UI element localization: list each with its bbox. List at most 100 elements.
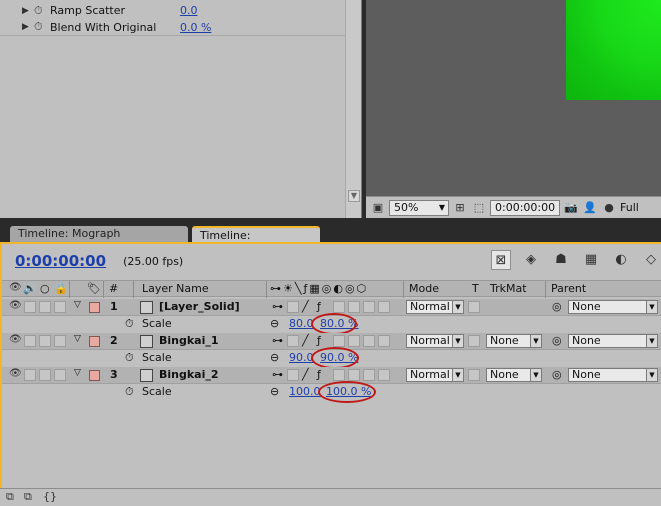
effect-property-value[interactable]: 0.0 [180, 4, 198, 17]
effect-switch-icon[interactable]: ƒ [317, 300, 321, 313]
constrain-proportions-icon[interactable]: ⊖ [270, 351, 279, 364]
effects-scrollbar[interactable]: ▼ [345, 0, 361, 218]
zoom-value: 50% [394, 201, 419, 214]
expression-braces-icon[interactable]: {} [43, 490, 57, 503]
mask-visibility-icon[interactable]: ⬚ [471, 200, 487, 216]
trkmat-select[interactable]: None ▼ [486, 334, 542, 348]
audio-icon[interactable]: 🔊 [23, 282, 37, 295]
parent-value: None [572, 334, 601, 347]
motion-blur-icon[interactable]: ◐ [611, 250, 631, 270]
pickwhip-icon[interactable]: ◎ [552, 368, 562, 381]
trkmat-select[interactable]: None ▼ [486, 368, 542, 382]
quality-switch-icon[interactable]: ╱ [302, 334, 309, 347]
property-row-scale: ⏱ Scale ⊖ 100.0 100.0 % [2, 381, 661, 403]
disclosure-triangle-icon[interactable]: ▽ [74, 368, 81, 378]
stopwatch-icon[interactable]: ⏱ [125, 385, 134, 399]
parent-select[interactable]: None ▼ [568, 334, 658, 348]
mode-select[interactable]: Normal ▼ [406, 300, 464, 314]
constrain-proportions-icon[interactable]: ⊖ [270, 317, 279, 330]
column-t[interactable]: T [472, 282, 479, 295]
label-color-swatch[interactable] [89, 370, 100, 381]
shy-layers-icon[interactable]: ☗ [551, 250, 571, 270]
parent-select[interactable]: None ▼ [568, 368, 658, 382]
scale-x-value[interactable]: 100.0 [289, 385, 321, 398]
stopwatch-icon[interactable]: ⏱ [125, 351, 134, 365]
scroll-down-arrow-icon[interactable]: ▼ [348, 190, 360, 202]
shy-switch-icon[interactable]: ⊶ [272, 368, 283, 381]
constrain-proportions-icon[interactable]: ⊖ [270, 385, 279, 398]
timeline-tab-bar: Timeline: Mograph Percobaan Timeline: Ko… [0, 226, 661, 258]
property-name: Scale [142, 317, 172, 330]
stopwatch-icon[interactable]: ⏱ [34, 4, 50, 18]
eye-icon[interactable]: 👁 [9, 368, 22, 379]
resolution-select[interactable]: Full [620, 201, 639, 214]
tab-mograph-percobaan[interactable]: Timeline: Mograph Percobaan [10, 226, 188, 256]
trkmat-value: None [490, 368, 519, 381]
quality-switch-icon[interactable]: ╱ [302, 368, 309, 381]
effect-switch-icon[interactable]: ƒ [317, 368, 321, 381]
property-row-scale: ⏱ Scale ⊖ 80.0 80.0 % [2, 313, 661, 335]
layer-name[interactable]: [Layer_Solid] [159, 300, 240, 313]
label-color-swatch[interactable] [89, 302, 100, 313]
parent-select[interactable]: None ▼ [568, 300, 658, 314]
chevron-down-icon: ▼ [452, 335, 463, 347]
quality-switch-icon[interactable]: ╱ [302, 300, 309, 313]
solo-icon[interactable]: ○ [40, 282, 50, 295]
column-layer-name[interactable]: Layer Name [142, 282, 209, 295]
lock-icon[interactable]: 🔒 [54, 282, 68, 295]
shy-switch-icon[interactable]: ⊶ [272, 334, 283, 347]
disclosure-triangle-icon[interactable]: ▶ [22, 22, 34, 32]
draft-3d-icon[interactable]: ◈ [521, 250, 541, 270]
column-number[interactable]: # [109, 282, 118, 295]
transfer-controls-toggle-icon[interactable]: ⧉ [24, 490, 32, 504]
timeline-panel: 0:00:00:00 (25.00 fps) ⊠ ◈ ☗ ▦ ◐ ◇ 👁 🔊 ○… [0, 242, 661, 506]
current-time-display[interactable]: 0:00:00:00 [15, 252, 106, 270]
show-snapshot-icon[interactable]: 👤 [582, 200, 598, 216]
tab-kotak-bg[interactable]: Timeline: Kotak_BG✕ [192, 226, 320, 258]
eye-icon[interactable]: 👁 [9, 334, 22, 345]
safe-zones-icon[interactable]: ⊞ [452, 200, 468, 216]
viewer-timecode[interactable]: 0:00:00:00 [490, 199, 560, 216]
disclosure-triangle-icon[interactable]: ▽ [74, 334, 81, 344]
stopwatch-icon[interactable]: ⏱ [125, 317, 134, 331]
stopwatch-icon[interactable]: ⏱ [34, 20, 50, 34]
layer-name[interactable]: Bingkai_2 [159, 368, 219, 381]
disclosure-triangle-icon[interactable]: ▽ [74, 300, 81, 310]
highlight-circle [318, 381, 376, 403]
label-tag-icon[interactable]: 🏷 [87, 282, 101, 295]
mode-select[interactable]: Normal ▼ [406, 368, 464, 382]
scale-x-value[interactable]: 90.0 [289, 351, 314, 364]
layer-switches-toggle-icon[interactable]: ⧉ [6, 490, 14, 504]
zoom-select[interactable]: 50% ▼ [389, 199, 449, 216]
channel-icon[interactable]: ● [601, 200, 617, 216]
mode-select[interactable]: Normal ▼ [406, 334, 464, 348]
layer-name[interactable]: Bingkai_1 [159, 334, 219, 347]
effect-property-value[interactable]: 0.0 % [180, 21, 211, 34]
pickwhip-icon[interactable]: ◎ [552, 334, 562, 347]
pickwhip-icon[interactable]: ◎ [552, 300, 562, 313]
scale-x-value[interactable]: 80.0 [289, 317, 314, 330]
disclosure-triangle-icon[interactable]: ▶ [22, 6, 34, 16]
shy-switch-icon[interactable]: ⊶ [272, 300, 283, 313]
column-trkmat[interactable]: TrkMat [490, 282, 527, 295]
snapshot-icon[interactable]: 📷 [563, 200, 579, 216]
property-name: Scale [142, 385, 172, 398]
composition-viewer-panel: ▣ 50% ▼ ⊞ ⬚ 0:00:00:00 📷 👤 ● Full [366, 0, 661, 218]
effect-property-name: Ramp Scatter [50, 4, 126, 17]
column-parent[interactable]: Parent [551, 282, 586, 295]
graph-editor-icon[interactable]: ◇ [641, 250, 661, 270]
mode-value: Normal [410, 334, 450, 347]
layer-number: 2 [110, 334, 118, 347]
eye-icon[interactable]: 👁 [9, 300, 22, 311]
frame-blending-icon[interactable]: ▦ [581, 250, 601, 270]
comp-mini-flowchart-icon[interactable]: ⊠ [491, 250, 511, 270]
chevron-down-icon: ▼ [530, 335, 541, 347]
column-mode[interactable]: Mode [409, 282, 439, 295]
always-preview-icon[interactable]: ▣ [370, 200, 386, 216]
composition-canvas[interactable] [566, 0, 661, 100]
label-color-swatch[interactable] [89, 336, 100, 347]
layer-switches-icons[interactable]: ⊶☀╲ƒ▦◎◐◎⬡ [270, 282, 368, 295]
effect-switch-icon[interactable]: ƒ [317, 334, 321, 347]
eye-icon[interactable]: 👁 [9, 282, 22, 293]
layer-row[interactable]: 👁 ▽ 3 Bingkai_2 ⊶ ╱ ƒ Normal ▼ None ▼ ◎ No… [2, 367, 661, 384]
